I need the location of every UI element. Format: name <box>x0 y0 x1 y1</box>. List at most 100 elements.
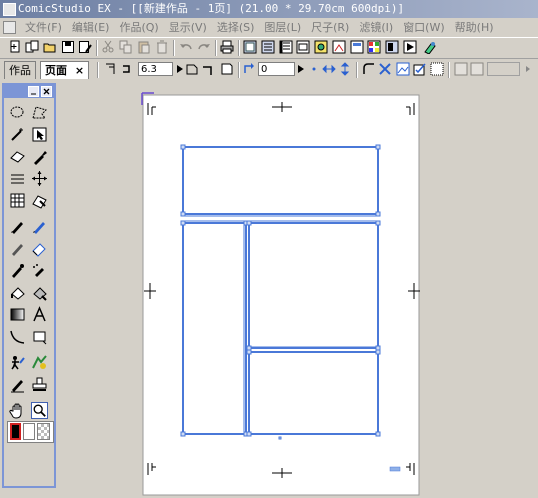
color-icon[interactable] <box>314 40 328 54</box>
flip-vertical-icon[interactable] <box>338 62 352 76</box>
eraser-icon[interactable] <box>31 240 48 257</box>
story-view-icon[interactable] <box>261 40 275 54</box>
tab-page-label: 页面 <box>45 64 67 77</box>
page-number-marker <box>389 466 401 472</box>
menu-select[interactable]: 选择(S) <box>212 20 260 35</box>
tool-palette-header[interactable] <box>4 85 54 98</box>
correction-icon[interactable] <box>9 376 26 393</box>
rect-shape-icon[interactable] <box>31 328 48 345</box>
preset-field[interactable] <box>487 62 520 76</box>
pattern-fill-icon[interactable] <box>31 284 48 301</box>
menu-ruler[interactable]: 尺子(R) <box>306 20 354 35</box>
picture-icon[interactable] <box>396 62 410 76</box>
menu-view[interactable]: 显示(V) <box>164 20 212 35</box>
pencil-icon[interactable] <box>31 218 48 235</box>
color-black-swatch[interactable] <box>10 423 21 440</box>
navigator-icon[interactable] <box>332 40 346 54</box>
text-icon[interactable] <box>31 306 48 323</box>
transform-icon[interactable] <box>378 62 392 76</box>
speed-line-icon[interactable] <box>31 354 48 371</box>
angle-input[interactable]: 0 <box>258 62 295 76</box>
preset-2-icon[interactable] <box>470 62 484 76</box>
tab-work[interactable]: 作品 <box>4 61 36 79</box>
cut-icon[interactable] <box>101 40 115 54</box>
settings-icon[interactable] <box>423 40 437 54</box>
print-icon[interactable] <box>220 40 234 54</box>
brush-icon[interactable] <box>9 262 26 279</box>
corner-icon[interactable] <box>201 62 215 76</box>
grid-icon[interactable] <box>9 192 26 209</box>
undo-icon[interactable] <box>179 40 193 54</box>
zoom-icon[interactable] <box>31 402 48 419</box>
eraser-select-icon[interactable] <box>9 148 26 165</box>
menu-filter[interactable]: 滤镜(I) <box>354 20 398 35</box>
page-frame-icon[interactable] <box>220 62 234 76</box>
menu-window[interactable]: 窗口(W) <box>398 20 449 35</box>
page-view-icon[interactable] <box>243 40 257 54</box>
menu-file[interactable]: 文件(F) <box>20 20 67 35</box>
save-as-icon[interactable] <box>78 40 92 54</box>
layer-icon[interactable] <box>279 40 293 54</box>
magic-wand-icon[interactable] <box>9 126 26 143</box>
menu-help[interactable]: 帮助(H) <box>450 20 499 35</box>
check-box-icon[interactable] <box>413 62 427 76</box>
rounded-corner-icon[interactable] <box>362 62 376 76</box>
menu-work[interactable]: 作品(Q) <box>114 20 163 35</box>
new-story-icon[interactable] <box>25 40 39 54</box>
line-style-icon[interactable] <box>104 62 118 76</box>
pick-icon[interactable] <box>31 148 48 165</box>
page-canvas[interactable] <box>58 83 538 498</box>
curve-icon[interactable] <box>9 328 26 345</box>
window-title: ComicStudio EX - [[新建作品 - 1页] (21.00 * 2… <box>18 2 405 15</box>
stamp-icon[interactable] <box>31 376 48 393</box>
layer-move-icon[interactable] <box>31 192 48 209</box>
layer-property-icon[interactable] <box>296 40 310 54</box>
flip-horizontal-icon[interactable] <box>322 62 336 76</box>
person-icon[interactable] <box>9 354 26 371</box>
tab-page[interactable]: 页面 × <box>40 61 90 79</box>
line-width-icon[interactable] <box>120 62 134 76</box>
menu-bar: 文件(F) 编辑(E) 作品(Q) 显示(V) 选择(S) 图层(L) 尺子(R… <box>0 18 538 38</box>
grid-dotted-icon[interactable] <box>430 62 444 76</box>
line-width-input[interactable]: 6.3 <box>138 62 173 76</box>
move-icon[interactable] <box>31 170 48 187</box>
airbrush-icon[interactable] <box>31 262 48 279</box>
redo-icon[interactable] <box>197 40 211 54</box>
play-arrow-icon[interactable] <box>294 62 308 76</box>
copy-icon[interactable] <box>119 40 133 54</box>
delete-icon[interactable] <box>155 40 169 54</box>
ruler-icon[interactable] <box>9 170 26 187</box>
document-icon[interactable] <box>3 21 16 34</box>
color-swatches <box>7 421 54 443</box>
canvas-area[interactable] <box>58 83 538 498</box>
preset-1-icon[interactable] <box>454 62 468 76</box>
scroll-right-icon[interactable] <box>521 62 535 76</box>
app-icon <box>3 3 16 16</box>
object-select-icon[interactable] <box>31 126 48 143</box>
pen-icon[interactable] <box>9 218 26 235</box>
paste-icon[interactable] <box>137 40 151 54</box>
frame-icon[interactable] <box>185 62 199 76</box>
lasso-select-icon[interactable] <box>9 104 26 121</box>
marker-icon[interactable] <box>9 240 26 257</box>
new-page-icon[interactable] <box>8 40 22 54</box>
menu-edit[interactable]: 编辑(E) <box>67 20 115 35</box>
close-icon[interactable]: × <box>75 64 84 77</box>
gradient-icon[interactable] <box>9 306 26 323</box>
rotate-icon[interactable] <box>242 62 256 76</box>
dot-icon[interactable] <box>307 62 321 76</box>
menu-layer[interactable]: 图层(L) <box>259 20 306 35</box>
color-white-swatch[interactable] <box>23 423 35 440</box>
color-transparent-swatch[interactable] <box>37 423 50 440</box>
materials-icon[interactable] <box>403 40 417 54</box>
grid-icon[interactable] <box>367 40 381 54</box>
open-icon[interactable] <box>43 40 57 54</box>
save-icon[interactable] <box>61 40 75 54</box>
polygon-select-icon[interactable] <box>31 104 48 121</box>
close-icon[interactable] <box>41 86 52 97</box>
minimize-icon[interactable] <box>28 86 39 97</box>
material-icon[interactable] <box>385 40 399 54</box>
fill-icon[interactable] <box>9 284 26 301</box>
tool-option-icon[interactable] <box>350 40 364 54</box>
hand-icon[interactable] <box>9 402 26 419</box>
